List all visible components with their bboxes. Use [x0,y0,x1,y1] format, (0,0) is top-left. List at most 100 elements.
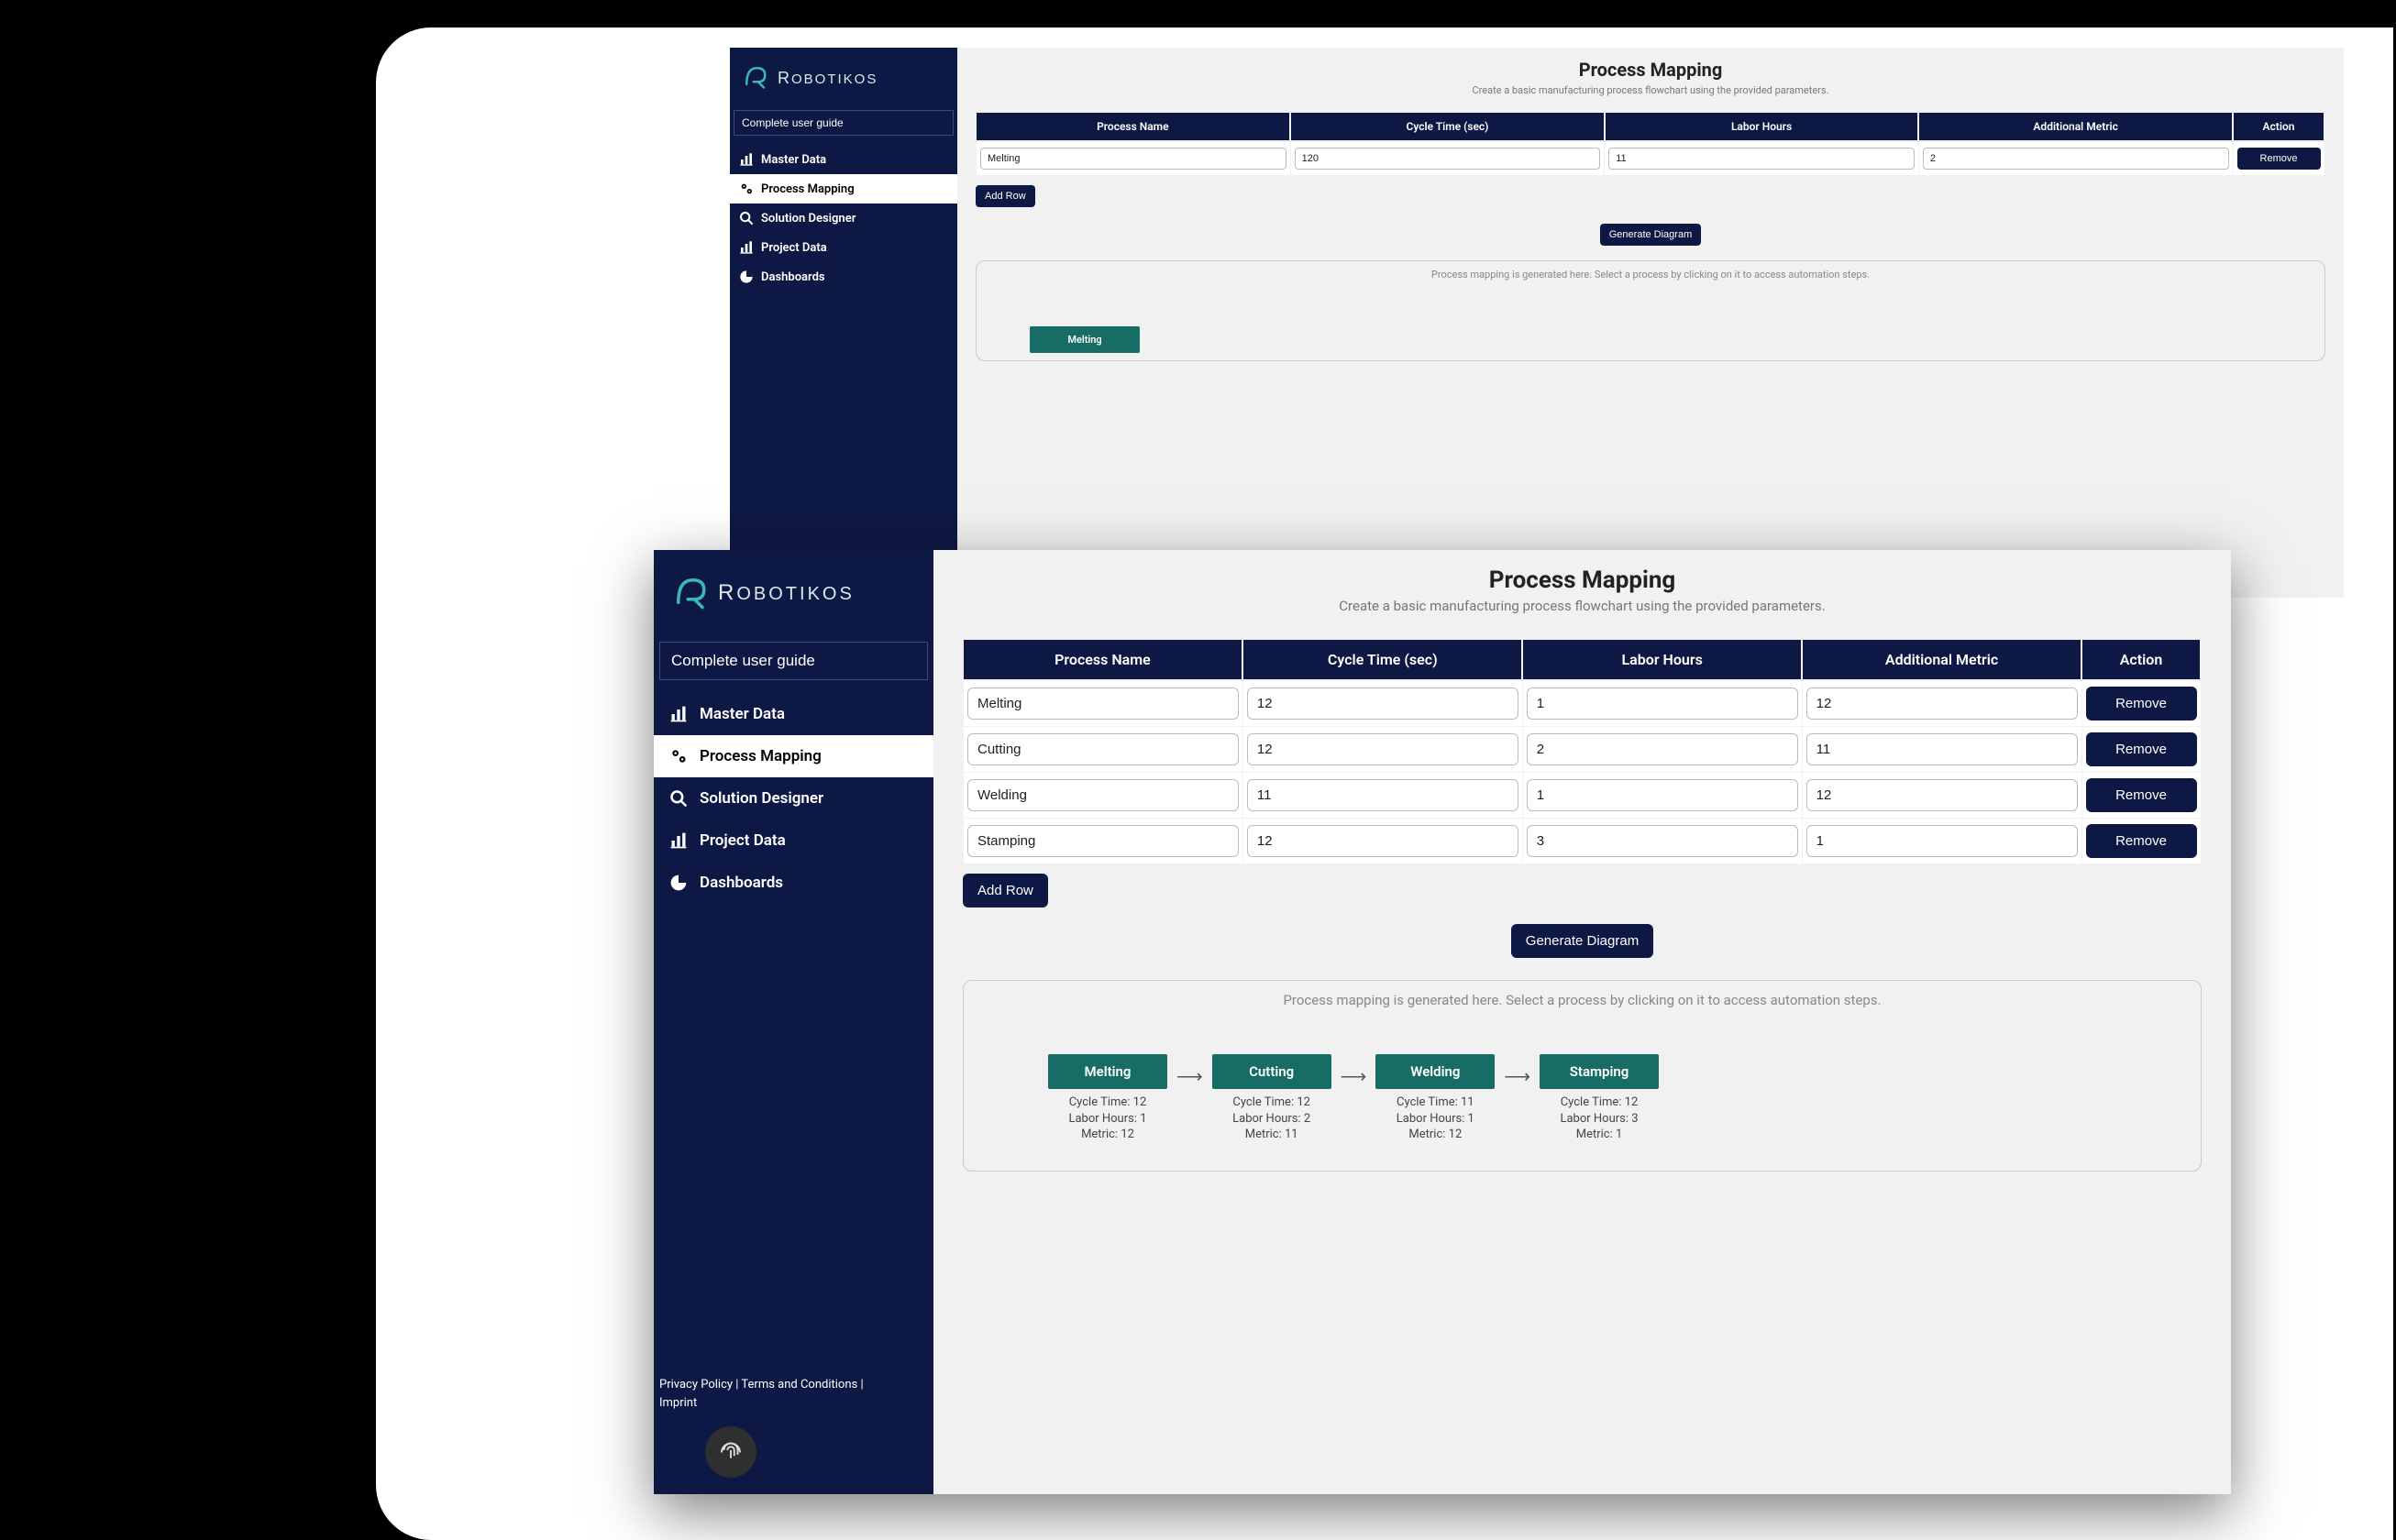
bar-chart-icon [668,704,689,724]
nav-list: Master Data Process Mapping Solution Des… [654,693,933,904]
pie-chart-icon [668,873,689,893]
nav-master-data[interactable]: Master Data [654,693,933,735]
flow-node-meta: Cycle Time: 11Labor Hours: 1Metric: 12 [1397,1094,1474,1143]
labor-hours-input[interactable] [1527,688,1798,720]
process-table: Process Name Cycle Time (sec) Labor Hour… [976,113,2325,176]
main-content: Process Mapping Create a basic manufactu… [957,48,2344,598]
imprint-link[interactable]: Imprint [659,1396,697,1410]
brand-name: ROBOTIKOS [718,580,855,606]
flowchart: Melting [984,326,2317,353]
flow-node[interactable]: Stamping [1540,1054,1659,1089]
flow-node-wrap: CuttingCycle Time: 12Labor Hours: 2Metri… [1212,1054,1331,1143]
flow-node[interactable]: Welding [1375,1054,1495,1089]
nav-project-data[interactable]: Project Data [654,820,933,862]
brand-mark-icon [741,62,768,94]
search-icon [739,211,754,226]
labor-hours-input[interactable] [1608,148,1915,170]
main-content: Process Mapping Create a basic manufactu… [933,550,2231,1494]
gears-icon [668,746,689,766]
nav-list: Master Data Process Mapping Solution Des… [730,145,957,292]
nav-label: Solution Designer [700,789,823,808]
nav-label: Master Data [700,705,785,723]
col-labor-hours: Labor Hours [1522,640,1802,680]
flow-node[interactable]: Melting [1048,1054,1167,1089]
process-name-input[interactable] [967,733,1239,765]
col-labor-hours: Labor Hours [1605,113,1919,141]
col-process-name: Process Name [977,113,1291,141]
flow-node-wrap: Melting [1030,326,1140,353]
arrow-right-icon: ⟶ [1504,1065,1530,1087]
diagram-area: Process mapping is generated here. Selec… [963,980,2202,1172]
process-name-input[interactable] [967,779,1239,811]
nav-solution-designer[interactable]: Solution Designer [654,777,933,820]
nav-master-data[interactable]: Master Data [730,145,957,174]
table-row: Remove [964,773,2202,819]
user-guide-button[interactable]: Complete user guide [659,642,928,680]
process-name-input[interactable] [967,825,1239,857]
nav-solution-designer[interactable]: Solution Designer [730,204,957,233]
generate-diagram-button[interactable]: Generate Diagram [1600,224,1702,246]
nav-label: Project Data [700,831,786,850]
sidebar: ROBOTIKOS Complete user guide Master Dat… [654,550,933,1494]
remove-row-button[interactable]: Remove [2086,732,2197,766]
col-additional-metric: Additional Metric [1802,640,2081,680]
process-name-input[interactable] [967,688,1239,720]
cycle-time-input[interactable] [1247,779,1518,811]
col-action: Action [2081,640,2201,680]
nav-dashboards[interactable]: Dashboards [730,262,957,292]
nav-label: Process Mapping [761,182,855,196]
search-icon [668,788,689,808]
page-subtitle: Create a basic manufacturing process flo… [963,598,2202,614]
cycle-time-input[interactable] [1295,148,1601,170]
flowchart: MeltingCycle Time: 12Labor Hours: 1Metri… [975,1054,2190,1143]
remove-row-button[interactable]: Remove [2086,778,2197,812]
generate-diagram-button[interactable]: Generate Diagram [1511,924,1653,958]
table-row: Remove [964,727,2202,773]
add-row-button[interactable]: Add Row [976,185,1035,207]
nav-dashboards[interactable]: Dashboards [654,862,933,904]
remove-row-button[interactable]: Remove [2086,824,2197,858]
nav-process-mapping[interactable]: Process Mapping [654,735,933,777]
additional-metric-input[interactable] [1806,733,2078,765]
labor-hours-input[interactable] [1527,733,1798,765]
fingerprint-icon [717,1436,745,1468]
nav-label: Dashboards [761,270,825,284]
page-title: Process Mapping [963,566,2202,594]
col-action: Action [2233,113,2324,141]
add-row-button[interactable]: Add Row [963,874,1048,908]
cycle-time-input[interactable] [1247,688,1518,720]
flow-node-wrap: StampingCycle Time: 12Labor Hours: 3Metr… [1540,1054,1659,1143]
additional-metric-input[interactable] [1923,148,2229,170]
col-additional-metric: Additional Metric [1918,113,2233,141]
separator: | [857,1378,863,1392]
nav-project-data[interactable]: Project Data [730,233,957,262]
flow-node[interactable]: Cutting [1212,1054,1331,1089]
brand-logo: ROBOTIKOS [654,550,933,636]
flow-node[interactable]: Melting [1030,326,1140,353]
flow-node-wrap: Welding Cycle Time: 11Labor Hours: 1Metri… [1375,1054,1495,1143]
cycle-time-input[interactable] [1247,825,1518,857]
additional-metric-input[interactable] [1806,779,2078,811]
bar-chart-icon [739,152,754,167]
cycle-time-input[interactable] [1247,733,1518,765]
nav-label: Process Mapping [700,747,822,765]
privacy-link[interactable]: Privacy Policy [659,1378,733,1392]
process-name-input[interactable] [980,148,1286,170]
diagram-area: Process mapping is generated here. Selec… [976,260,2325,361]
additional-metric-input[interactable] [1806,825,2078,857]
additional-metric-input[interactable] [1806,688,2078,720]
diagram-hint: Process mapping is generated here. Selec… [984,269,2317,280]
terms-link[interactable]: Terms and Conditions [741,1378,857,1392]
col-process-name: Process Name [964,640,1243,680]
user-guide-button[interactable]: Complete user guide [734,110,954,136]
labor-hours-input[interactable] [1527,779,1798,811]
remove-row-button[interactable]: Remove [2086,687,2197,720]
footer-links: Privacy Policy | Terms and Conditions | … [654,1370,933,1421]
brand-mark-icon [670,572,709,614]
fingerprint-button[interactable] [705,1426,756,1478]
table-row: Remove [964,680,2202,727]
labor-hours-input[interactable] [1527,825,1798,857]
remove-row-button[interactable]: Remove [2237,148,2321,170]
brand-logo: ROBOTIKOS [730,48,957,108]
nav-process-mapping[interactable]: Process Mapping [730,174,957,204]
